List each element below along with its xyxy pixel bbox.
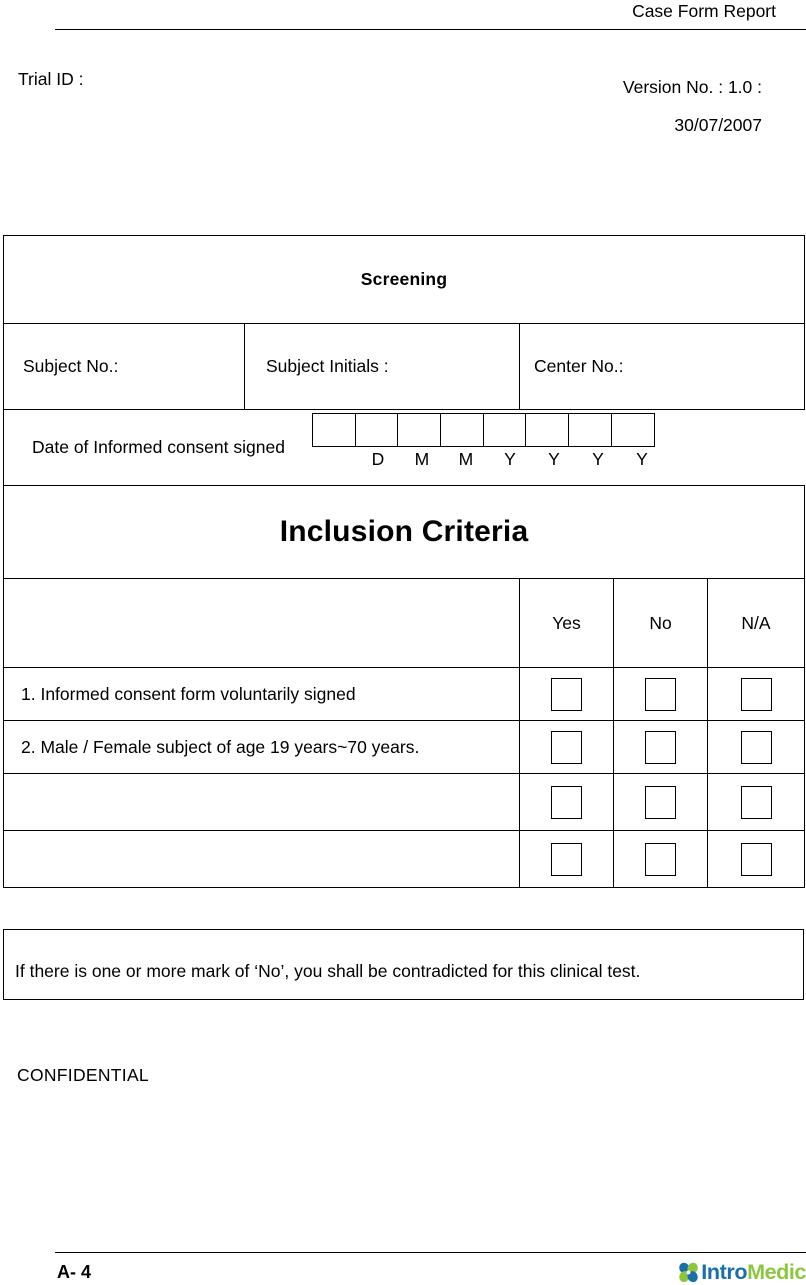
checkbox-no[interactable]	[645, 842, 676, 876]
checkbox-na[interactable]	[740, 842, 772, 876]
date-format-letter: D	[371, 449, 385, 469]
logo-text-medic: Medic	[747, 1259, 806, 1284]
header-divider	[55, 29, 806, 30]
version-info: Version No. : 1.0 : 30/07/2007	[623, 68, 762, 144]
date-format-letter: Y	[636, 449, 648, 469]
criteria-header-no: No	[613, 578, 708, 668]
warning-note-text: If there is one or more mark of ‘No’, yo…	[15, 961, 641, 981]
consent-date-label: Date of Informed consent signed	[32, 437, 285, 457]
table-row	[3, 773, 806, 831]
warning-note-box: If there is one or more mark of ‘No’, yo…	[3, 929, 804, 1000]
criteria-no-cell[interactable]	[613, 830, 708, 888]
criteria-no-cell[interactable]	[613, 773, 708, 831]
date-format-letter: Y	[504, 449, 516, 469]
criteria-yes-cell[interactable]	[519, 773, 614, 831]
checkbox-na[interactable]	[740, 785, 772, 819]
criteria-yes-cell[interactable]	[519, 720, 614, 774]
version-date: 30/07/2007	[674, 115, 762, 135]
date-format-letter: M	[458, 449, 474, 469]
page-number: A- 4	[57, 1262, 92, 1282]
criteria-header-yes: Yes	[519, 578, 614, 668]
screening-title-row: Screening	[2, 235, 806, 324]
criteria-no-cell[interactable]	[613, 667, 708, 721]
criteria-text: 1. Informed consent form voluntarily sig…	[3, 667, 520, 721]
checkbox-yes[interactable]	[551, 842, 582, 876]
flower-icon	[678, 1262, 699, 1283]
date-format-letter: Y	[548, 449, 560, 469]
date-box[interactable]	[440, 413, 485, 447]
date-box[interactable]	[354, 413, 399, 447]
subject-info-row: Subject No.: Subject Initials : Center N…	[3, 323, 806, 410]
page-root: Case Form Report Trial ID : Version No. …	[0, 0, 806, 1285]
criteria-yes-cell[interactable]	[519, 830, 614, 888]
criteria-text[interactable]	[3, 773, 520, 831]
date-box[interactable]	[610, 413, 655, 447]
date-box[interactable]	[525, 413, 570, 447]
date-format-letter: M	[414, 449, 430, 469]
consent-date-format-labels: D M M Y Y Y Y	[356, 448, 664, 470]
checkbox-no[interactable]	[645, 730, 676, 764]
confidential-label: CONFIDENTIAL	[17, 1065, 149, 1085]
logo-wordmark: IntroMedic	[701, 1259, 806, 1284]
date-box[interactable]	[311, 413, 356, 447]
criteria-na-cell[interactable]	[706, 720, 806, 774]
page-footer: A- 4 IntroMedic	[0, 1240, 806, 1285]
date-box[interactable]	[568, 413, 613, 447]
criteria-text: 2. Male / Female subject of age 19 years…	[3, 720, 520, 774]
checkbox-yes[interactable]	[551, 785, 582, 819]
trial-id-label: Trial ID :	[18, 69, 84, 89]
consent-date-cell: Date of Informed consent signed D M M Y …	[2, 409, 805, 486]
criteria-header-row: Yes No N/A	[3, 578, 806, 668]
consent-date-boxes	[311, 413, 664, 447]
checkbox-yes[interactable]	[551, 730, 582, 764]
report-title: Case Form Report	[632, 1, 776, 21]
screening-form-table: Screening Subject No.: Subject Initials …	[2, 235, 806, 888]
checkbox-na[interactable]	[740, 730, 772, 764]
checkbox-yes[interactable]	[551, 677, 582, 711]
criteria-yes-cell[interactable]	[519, 667, 614, 721]
criteria-header-na: N/A	[706, 578, 806, 668]
checkbox-no[interactable]	[645, 785, 676, 819]
consent-date-row: Date of Informed consent signed D M M Y …	[2, 409, 805, 486]
table-row: 1. Informed consent form voluntarily sig…	[3, 667, 806, 721]
subject-initials-field[interactable]: Subject Initials :	[244, 323, 520, 410]
criteria-na-cell[interactable]	[706, 667, 806, 721]
criteria-header-blank	[3, 578, 520, 668]
date-box[interactable]	[482, 413, 527, 447]
consent-date-entry: D M M Y Y Y Y	[311, 413, 664, 470]
table-row	[3, 830, 806, 888]
date-box[interactable]	[397, 413, 442, 447]
date-format-letter: Y	[592, 449, 604, 469]
intromedic-logo: IntroMedic	[678, 1260, 806, 1284]
center-no-field[interactable]: Center No.:	[518, 323, 806, 410]
criteria-na-cell[interactable]	[706, 773, 806, 831]
inclusion-criteria-title: Inclusion Criteria	[2, 485, 806, 579]
version-number: Version No. : 1.0 :	[622, 77, 762, 97]
checkbox-no[interactable]	[645, 677, 676, 711]
logo-text-intro: Intro	[701, 1259, 748, 1284]
criteria-text[interactable]	[3, 830, 520, 888]
criteria-na-cell[interactable]	[706, 830, 806, 888]
screening-title: Screening	[2, 235, 806, 324]
subject-no-field[interactable]: Subject No.:	[3, 323, 245, 410]
page-header: Case Form Report Trial ID : Version No. …	[0, 0, 806, 140]
table-row: 2. Male / Female subject of age 19 years…	[3, 720, 806, 774]
checkbox-na[interactable]	[740, 677, 772, 711]
criteria-no-cell[interactable]	[613, 720, 708, 774]
footer-divider	[55, 1252, 806, 1253]
inclusion-title-row: Inclusion Criteria	[2, 485, 806, 579]
